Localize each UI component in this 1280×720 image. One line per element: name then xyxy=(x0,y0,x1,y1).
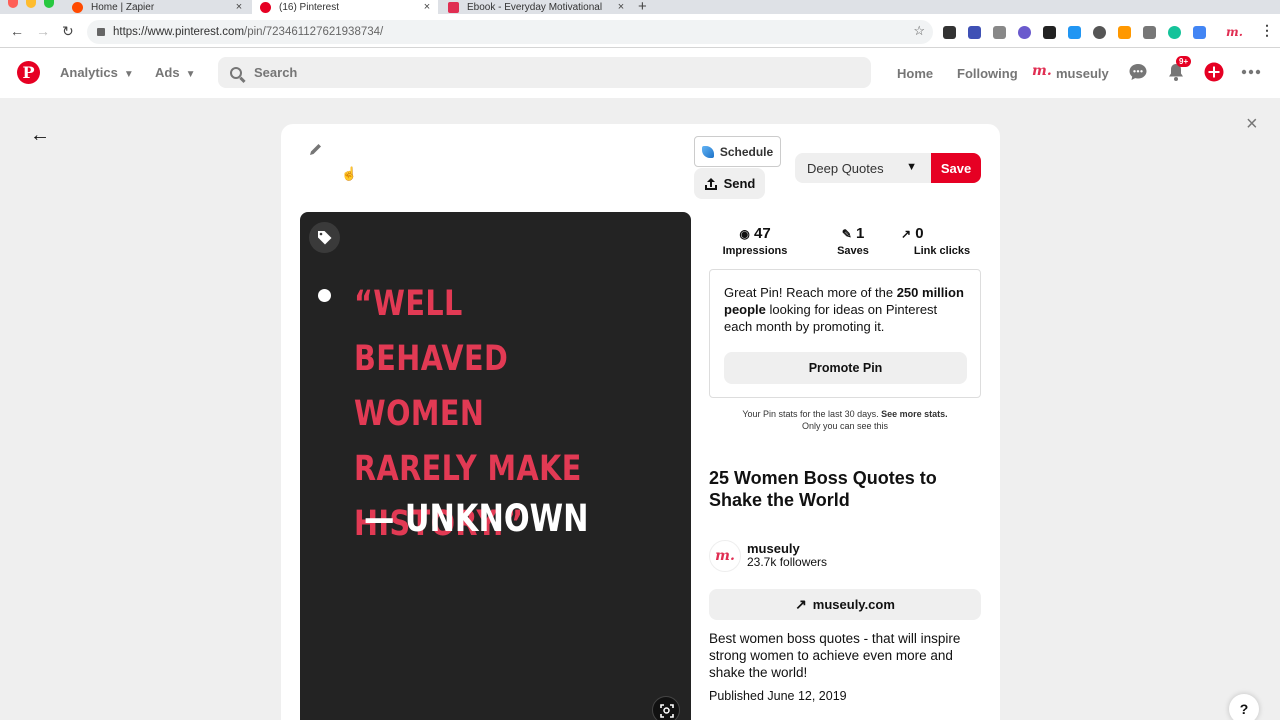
browser-tab-pinterest[interactable]: (16) Pinterest × xyxy=(252,0,438,14)
search-icon xyxy=(230,66,242,79)
send-button[interactable]: Send xyxy=(694,168,765,199)
chevron-down-icon: ▼ xyxy=(185,69,196,80)
maximize-window-button[interactable] xyxy=(44,0,54,8)
hand-cursor-icon: ☝ xyxy=(341,166,358,181)
ads-menu[interactable]: Ads ▼ xyxy=(155,65,195,80)
profile-link[interactable]: museuly xyxy=(1056,66,1109,81)
browser-menu-icon[interactable]: ⋮ xyxy=(1260,22,1274,39)
profile-logo-icon[interactable]: m. xyxy=(1032,63,1052,79)
browser-tab-bar: Home | Zapier × (16) Pinterest × Ebook -… xyxy=(0,0,1280,15)
url-input[interactable]: https://www.pinterest.com/pin/7234611276… xyxy=(87,20,933,44)
published-date: Published June 12, 2019 xyxy=(709,689,847,703)
pinterest-header: P Analytics ▼ Ads ▼ Search Home Following … xyxy=(0,48,1280,98)
visit-site-button[interactable]: ↗ museuly.com xyxy=(709,589,981,620)
browser-tab-ebook[interactable]: Ebook - Everyday Motivational × xyxy=(440,0,632,14)
notification-badge: 9+ xyxy=(1176,56,1192,67)
bookmark-star-icon[interactable]: ☆ xyxy=(913,23,925,39)
home-link[interactable]: Home xyxy=(897,66,933,81)
avatar[interactable]: m. xyxy=(709,540,741,572)
see-more-stats-link[interactable]: See more stats. xyxy=(881,409,948,419)
analytics-menu[interactable]: Analytics ▼ xyxy=(60,65,134,80)
schedule-button[interactable]: Schedule xyxy=(694,136,781,167)
help-button[interactable]: ? xyxy=(1229,694,1259,720)
chevron-down-icon: ▼ xyxy=(123,69,134,80)
promote-pin-button[interactable]: Promote Pin xyxy=(724,352,967,384)
minimize-window-button[interactable] xyxy=(26,0,36,8)
pinterest-logo-icon[interactable]: P xyxy=(17,61,40,84)
lock-icon xyxy=(97,28,105,36)
extension-icon[interactable] xyxy=(1143,26,1156,39)
address-bar: ← → ↻ https://www.pinterest.com/pin/7234… xyxy=(0,14,1280,48)
board-select[interactable]: Deep Quotes ▼ xyxy=(795,153,931,183)
pinterest-favicon-icon xyxy=(260,1,271,13)
creator-followers: 23.7k followers xyxy=(747,555,828,569)
saves-stat: ✎ 1 Saves xyxy=(837,225,869,257)
product-tag-button[interactable] xyxy=(309,222,340,253)
tailwind-icon xyxy=(701,145,714,158)
stats-note: Your Pin stats for the last 30 days. See… xyxy=(742,409,948,431)
arrow-up-right-icon: ↗ xyxy=(795,596,807,612)
pin-title: 25 Women Boss Quotes to Shake the World xyxy=(709,468,937,510)
browser-tab-zapier[interactable]: Home | Zapier × xyxy=(64,0,250,14)
extension-icon[interactable] xyxy=(1118,26,1131,39)
eye-icon: ◉ xyxy=(739,227,750,241)
pin-description: Best women boss quotes - that will inspi… xyxy=(709,631,961,680)
pinterest-extension-icon[interactable] xyxy=(1093,26,1106,39)
following-link[interactable]: Following xyxy=(957,66,1018,81)
new-tab-icon[interactable]: + xyxy=(638,0,647,15)
back-nav-icon[interactable]: ← xyxy=(10,23,24,39)
chevron-down-icon: ▼ xyxy=(906,161,917,173)
extension-icon[interactable] xyxy=(1193,26,1206,39)
arrow-up-right-icon: ↗ xyxy=(901,227,912,241)
pin-icon: ✎ xyxy=(841,227,852,241)
close-icon[interactable]: × xyxy=(1246,113,1258,136)
search-input[interactable]: Search xyxy=(218,57,871,88)
close-tab-icon[interactable]: × xyxy=(614,1,628,13)
museuly-extension-icon[interactable]: m. xyxy=(1226,26,1244,39)
extension-icon[interactable] xyxy=(1018,26,1031,39)
extension-icon[interactable] xyxy=(1043,26,1056,39)
promote-panel: Great Pin! Reach more of the 250 million… xyxy=(709,269,981,398)
visual-search-lens-icon[interactable] xyxy=(652,696,680,720)
share-upload-icon xyxy=(704,177,717,190)
image-author-text: — UNKNOWN xyxy=(364,497,589,540)
link-clicks-stat: ↗ 0 Link clicks xyxy=(901,225,971,257)
more-options-icon[interactable] xyxy=(1241,62,1261,82)
close-tab-icon[interactable]: × xyxy=(232,1,246,13)
extension-icon[interactable] xyxy=(968,26,981,39)
edit-pencil-icon[interactable] xyxy=(308,142,323,157)
create-plus-icon[interactable] xyxy=(1204,62,1224,82)
forward-nav-icon[interactable]: → xyxy=(36,23,50,39)
grammarly-extension-icon[interactable] xyxy=(1168,26,1181,39)
messages-icon[interactable] xyxy=(1128,62,1148,82)
buffer-extension-icon[interactable] xyxy=(943,26,956,39)
extension-icon[interactable] xyxy=(1068,26,1081,39)
museuly-favicon-icon xyxy=(448,1,459,13)
zapier-favicon-icon xyxy=(72,1,83,13)
reload-icon[interactable]: ↻ xyxy=(62,23,74,40)
creator-name-link[interactable]: museuly xyxy=(747,541,800,556)
close-tab-icon[interactable]: × xyxy=(420,1,434,13)
camera-extension-icon[interactable] xyxy=(993,26,1006,39)
impressions-stat: ◉ 47 Impressions xyxy=(722,225,788,257)
back-arrow-icon[interactable]: ← xyxy=(30,124,50,147)
tag-icon xyxy=(318,231,332,245)
product-hotspot-dot[interactable] xyxy=(318,289,331,302)
close-window-button[interactable] xyxy=(8,0,18,8)
save-button[interactable]: Save xyxy=(931,153,981,183)
